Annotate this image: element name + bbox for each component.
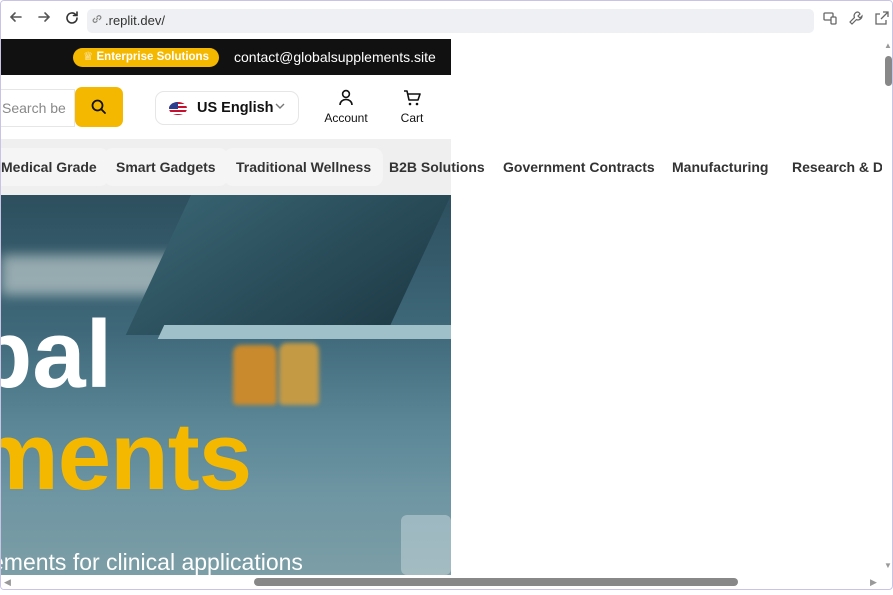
nav-manufacturing[interactable]: Manufacturing — [660, 148, 780, 186]
enterprise-solutions-badge[interactable]: ♕ Enterprise Solutions — [73, 48, 219, 67]
link-icon — [91, 9, 105, 33]
device-preview-icon[interactable] — [820, 10, 840, 30]
browser-window: .replit.dev/ ♕ Enterprise Solutions cont… — [0, 0, 893, 590]
scroll-left-icon[interactable]: ◀ — [4, 577, 11, 588]
hero-title-line-1: obal — [1, 301, 113, 408]
cart-icon — [396, 89, 428, 107]
hero-banner: obal ements ements for clinical applicat… — [1, 195, 451, 575]
crown-icon: ♕ — [83, 51, 97, 63]
back-icon[interactable] — [6, 10, 26, 30]
horizontal-scrollbar[interactable]: ◀ ▶ — [1, 575, 882, 589]
browser-toolbar: .replit.dev/ — [1, 1, 892, 39]
scroll-down-icon[interactable]: ▼ — [884, 561, 892, 570]
category-nav: Medical Grade Smart Gadgets Traditional … — [1, 139, 882, 195]
address-bar[interactable]: .replit.dev/ — [87, 9, 814, 33]
nav-smart-gadgets[interactable]: Smart Gadgets — [104, 148, 228, 186]
search-icon — [91, 99, 106, 114]
search-input[interactable]: Search be — [1, 89, 75, 127]
user-icon — [323, 89, 369, 107]
top-bar: ♕ Enterprise Solutions contact@globalsup… — [1, 39, 451, 75]
nav-traditional-wellness[interactable]: Traditional Wellness — [224, 148, 384, 186]
chevron-down-icon — [274, 100, 286, 115]
nav-research-development[interactable]: Research & De — [780, 148, 882, 186]
search-button[interactable] — [75, 87, 123, 127]
forward-icon[interactable] — [34, 10, 54, 30]
hero-title-line-2: ements — [1, 403, 252, 510]
nav-b2b-solutions[interactable]: B2B Solutions — [377, 148, 497, 186]
url-text: .replit.dev/ — [105, 13, 165, 28]
us-flag-icon — [169, 102, 187, 115]
nav-government-contracts[interactable]: Government Contracts — [491, 148, 667, 186]
hero-background-jar — [233, 345, 277, 405]
language-label: US English — [197, 100, 274, 116]
account-label: Account — [324, 111, 368, 125]
nav-medical-grade[interactable]: Medical Grade — [1, 148, 109, 186]
hero-subtitle: ements for clinical applications — [1, 549, 303, 575]
cart-label: Cart — [400, 111, 424, 125]
account-button[interactable]: Account — [323, 89, 369, 125]
scroll-up-icon[interactable]: ▲ — [884, 41, 892, 50]
contact-email[interactable]: contact@globalsupplements.site — [234, 49, 436, 65]
vertical-scroll-thumb[interactable] — [885, 56, 892, 86]
hero-background-glassware — [401, 515, 451, 575]
hero-background-shelf-edge — [157, 325, 451, 339]
language-selector[interactable]: US English — [155, 91, 299, 125]
hero-background-jar — [279, 343, 319, 405]
vertical-scrollbar[interactable]: ▲ ▼ — [882, 39, 892, 575]
wrench-icon[interactable] — [846, 10, 866, 30]
cart-button[interactable]: Cart — [396, 89, 428, 125]
hero-background-shelf — [125, 195, 451, 335]
site-header: Search be US English Account Cart — [1, 75, 451, 139]
scroll-right-icon[interactable]: ▶ — [870, 577, 877, 588]
horizontal-scroll-thumb[interactable] — [254, 578, 738, 586]
open-external-icon[interactable] — [872, 10, 892, 30]
reload-icon[interactable] — [62, 10, 82, 30]
page-viewport: ♕ Enterprise Solutions contact@globalsup… — [1, 39, 882, 575]
